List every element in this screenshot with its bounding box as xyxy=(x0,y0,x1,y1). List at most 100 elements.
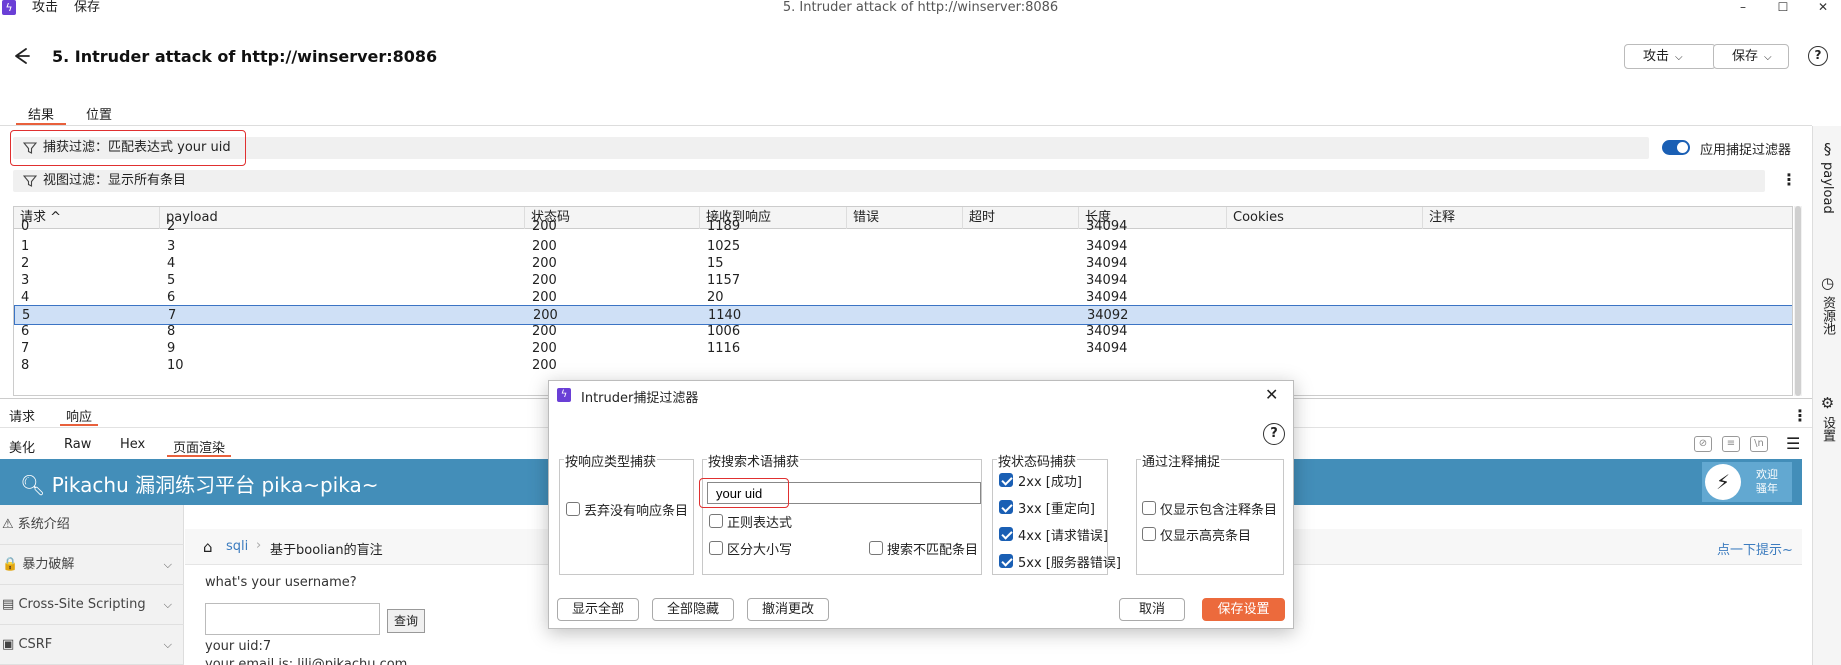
wrap-icon[interactable]: ≡ xyxy=(1722,436,1740,452)
checkbox-label: 仅显示包含注释条目 xyxy=(1160,503,1278,518)
status-3xx-checkbox[interactable] xyxy=(999,500,1013,514)
welcome-line-1: 欢迎 xyxy=(1756,468,1778,481)
more-options-icon[interactable]: ⋮ xyxy=(1792,408,1808,424)
hide-icon[interactable]: ⊘ xyxy=(1694,436,1712,452)
help-icon[interactable]: ? xyxy=(1263,423,1285,445)
tab-render[interactable]: 页面渲染 xyxy=(166,437,232,457)
tab-hex[interactable]: Hex xyxy=(120,437,145,452)
nav-item-xss[interactable]: ▤ Cross-Site Scripting ⌵ xyxy=(0,585,184,625)
show-all-button[interactable]: 显示全部 xyxy=(557,598,639,621)
side-item-payload[interactable]: § payload xyxy=(1813,140,1841,218)
group-label: 按搜索术语捕获 xyxy=(707,451,801,470)
table-cell xyxy=(1423,217,1430,237)
table-scrollbar[interactable] xyxy=(1794,206,1802,396)
status-5xx-checkbox[interactable] xyxy=(999,554,1013,568)
welcome-line-2: 骚年 xyxy=(1756,482,1778,495)
cancel-button[interactable]: 取消 xyxy=(1119,598,1185,621)
annotation-highlight xyxy=(699,478,789,508)
scrollbar-thumb[interactable] xyxy=(1795,206,1801,396)
capture-filter-bar[interactable]: 捕获过滤：匹配表达式 your uid xyxy=(13,137,1649,159)
newline-icon[interactable]: \n xyxy=(1750,436,1768,452)
breadcrumb-separator-icon: › xyxy=(256,538,262,553)
burp-logo-icon: ϟ xyxy=(2,0,16,15)
maximize-icon[interactable]: ☐ xyxy=(1771,0,1795,15)
regex-checkbox[interactable] xyxy=(709,514,723,528)
nav-item-brute-force[interactable]: 🔒 暴力破解 ⌵ xyxy=(0,545,184,585)
username-input[interactable] xyxy=(205,603,380,635)
table-cell xyxy=(1227,356,1234,376)
warning-icon: ⚠ xyxy=(2,517,14,532)
side-item-resource-pool[interactable]: ◷ 资源池 xyxy=(1813,274,1841,339)
table-row[interactable]: 0 2 200 1189 34094 xyxy=(14,217,1792,237)
table-cell xyxy=(1227,217,1234,237)
uid-result: your uid:7 xyxy=(205,639,272,654)
minimize-icon[interactable]: – xyxy=(1731,0,1755,15)
nav-item-csrf[interactable]: ▣ CSRF ⌵ xyxy=(0,625,184,665)
welcome-text: 欢迎 骚年 xyxy=(1756,468,1778,496)
filter-icon xyxy=(23,175,37,187)
email-result: your email is: lili@pikachu.com xyxy=(205,657,408,665)
hint-link[interactable]: 点一下提示~ xyxy=(1717,539,1793,558)
menu-save[interactable]: 保存 xyxy=(74,0,100,15)
group-label: 按状态码捕获 xyxy=(997,451,1078,470)
annotated-only-checkbox[interactable] xyxy=(1142,501,1156,515)
search-non-matching-checkbox[interactable] xyxy=(869,541,883,555)
close-window-icon[interactable]: ✕ xyxy=(1811,0,1835,15)
menu-attack[interactable]: 攻击 xyxy=(32,0,58,15)
table-cell xyxy=(700,356,707,376)
burp-logo-icon: ϟ xyxy=(557,388,571,402)
chevron-down-icon: ⌵ xyxy=(1764,52,1772,63)
apply-capture-filter-label: 应用捕捉过滤器 xyxy=(1700,143,1792,158)
window-title: 5. Intruder attack of http://winserver:8… xyxy=(782,0,1059,15)
save-dropdown-button[interactable]: 保存 ⌵ xyxy=(1713,44,1789,69)
close-icon[interactable]: ✕ xyxy=(1265,385,1278,404)
status-4xx-checkbox[interactable] xyxy=(999,527,1013,541)
tab-results[interactable]: 结果 xyxy=(15,104,67,125)
checkbox-label: 搜索不匹配条目 xyxy=(887,543,979,558)
status-2xx-checkbox[interactable] xyxy=(999,473,1013,487)
side-item-label: 设置 xyxy=(1820,416,1835,442)
case-sensitive-checkbox[interactable] xyxy=(709,541,723,555)
help-icon[interactable]: ? xyxy=(1808,46,1828,66)
checkbox-label: 区分大小写 xyxy=(727,543,793,558)
checkbox-label: 正则表达式 xyxy=(727,516,793,531)
table-cell: 8 xyxy=(21,358,30,373)
checkbox-label: 仅显示高亮条目 xyxy=(1160,529,1252,544)
tab-response[interactable]: 响应 xyxy=(59,406,99,426)
save-settings-button[interactable]: 保存设置 xyxy=(1202,598,1285,621)
attack-dropdown-button[interactable]: 攻击 ⌵ xyxy=(1624,44,1716,69)
nav-item-intro[interactable]: ⚠ 系统介绍 xyxy=(0,505,184,545)
menu-icon[interactable]: ☰ xyxy=(1786,434,1800,453)
user-avatar[interactable]: ⚡ 欢迎 骚年 xyxy=(1702,462,1792,502)
table-cell: 200 xyxy=(532,219,557,234)
group-response-type: 按响应类型捕获 丢弃没有响应条目 xyxy=(559,451,694,575)
highlighted-only-checkbox[interactable] xyxy=(1142,527,1156,541)
more-options-icon[interactable]: ⋮ xyxy=(1781,172,1797,188)
apply-capture-filter-toggle[interactable] xyxy=(1662,140,1690,155)
back-arrow-icon[interactable] xyxy=(12,46,32,66)
chevron-down-icon: ⌵ xyxy=(163,598,172,611)
hide-all-button[interactable]: 全部隐藏 xyxy=(652,598,734,621)
tab-raw[interactable]: Raw xyxy=(64,437,91,452)
table-cell: 0 xyxy=(21,219,30,234)
save-button-label: 保存 xyxy=(1732,49,1759,64)
nav-label: Cross-Site Scripting xyxy=(18,597,146,612)
clock-icon: ◷ xyxy=(1820,274,1835,292)
checkbox-label: 5xx [服务器错误] xyxy=(1018,556,1121,571)
tab-pretty[interactable]: 美化 xyxy=(9,437,35,456)
side-item-settings[interactable]: ⚙ 设置 xyxy=(1813,394,1841,446)
tab-positions[interactable]: 位置 xyxy=(86,104,112,123)
annotation-highlight xyxy=(10,130,246,166)
revert-changes-button[interactable]: 撤消更改 xyxy=(747,598,829,621)
table-row[interactable]: 8 10 200 xyxy=(14,356,1792,376)
view-filter-bar[interactable]: 视图过滤：显示所有条目 xyxy=(13,170,1765,192)
tab-request[interactable]: 请求 xyxy=(9,406,35,425)
query-button[interactable]: 查询 xyxy=(387,609,425,633)
breadcrumb-section[interactable]: sqli xyxy=(226,539,248,554)
discard-no-response-checkbox[interactable] xyxy=(566,502,580,516)
home-icon[interactable]: ⌂ xyxy=(203,538,213,556)
key-icon: 🔍︎ xyxy=(20,473,46,497)
table-cell: 34094 xyxy=(1086,219,1128,234)
nav-label: CSRF xyxy=(18,637,53,652)
capture-filter-dialog: ϟ Intruder捕捉过滤器 ✕ ? 按响应类型捕获 丢弃没有响应条目 按搜索… xyxy=(548,380,1294,629)
